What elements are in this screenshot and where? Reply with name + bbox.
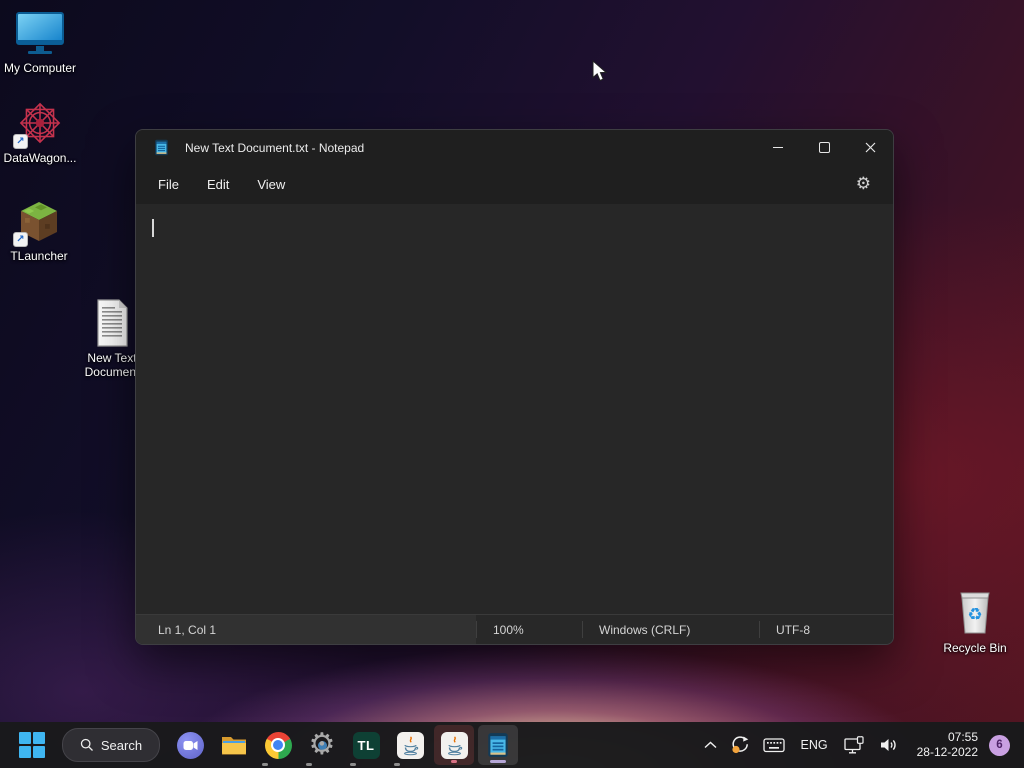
- taskbar-java-button[interactable]: [390, 725, 430, 765]
- windows-logo-icon: [19, 732, 45, 758]
- close-icon: [865, 142, 875, 153]
- notepad-icon: [153, 139, 170, 156]
- minimize-button[interactable]: [755, 130, 801, 165]
- recycle-bin-icon: ♻: [955, 590, 995, 638]
- shortcut-arrow-icon: ↗: [13, 134, 28, 149]
- java-icon: [396, 731, 424, 759]
- running-indicator: [306, 763, 312, 766]
- svg-text:♻: ♻: [967, 605, 982, 625]
- desktop-icon-label: TLauncher: [10, 249, 68, 263]
- text-caret: [152, 219, 154, 237]
- taskbar-settings-button[interactable]: ⚙: [302, 725, 342, 765]
- running-indicator: [394, 763, 400, 766]
- chat-camera-icon: [176, 731, 204, 759]
- taskbar-chat-button[interactable]: [170, 725, 210, 765]
- taskbar-java-button-active[interactable]: [434, 725, 474, 765]
- menu-bar: File Edit View ⚙: [136, 165, 893, 204]
- settings-gear-icon: ⚙: [308, 727, 336, 762]
- minimize-icon: [773, 146, 783, 149]
- search-label: Search: [100, 737, 143, 753]
- tray-chevron-button[interactable]: [699, 727, 722, 763]
- taskbar: Search ⚙ TL ENG 07:55 28-12-2022 6: [0, 722, 1024, 768]
- desktop-icon-recycle-bin[interactable]: ♻ Recycle Bin: [937, 590, 1013, 655]
- titlebar[interactable]: New Text Document.txt - Notepad: [136, 130, 893, 165]
- shortcut-arrow-icon: ↗: [13, 232, 28, 247]
- maximize-button[interactable]: [801, 130, 847, 165]
- desktop-icon-label: Recycle Bin: [943, 641, 1007, 655]
- line-endings-status[interactable]: Windows (CRLF): [583, 615, 759, 644]
- encoding-status[interactable]: UTF-8: [760, 615, 893, 644]
- running-indicator: [350, 763, 356, 766]
- minecraft-grass-block-icon: ↗: [13, 198, 63, 247]
- desktop-icon-datawagon[interactable]: ↗ DataWagon...: [2, 100, 78, 165]
- zoom-level-status[interactable]: 100%: [477, 615, 582, 644]
- tray-network-button[interactable]: [839, 727, 871, 763]
- menu-edit[interactable]: Edit: [193, 171, 243, 198]
- tray-volume-button[interactable]: [874, 727, 904, 763]
- window-title: New Text Document.txt - Notepad: [185, 140, 365, 155]
- start-button[interactable]: [12, 725, 52, 765]
- desktop-icon-my-computer[interactable]: My Computer: [2, 10, 78, 75]
- maximize-icon: [818, 142, 830, 153]
- clock-time: 07:55: [947, 730, 978, 744]
- keyboard-icon: [762, 738, 785, 753]
- mouse-cursor: [592, 60, 608, 82]
- taskbar-file-explorer-button[interactable]: [214, 725, 254, 765]
- sync-update-icon: [731, 736, 748, 754]
- language-indicator[interactable]: ENG: [793, 727, 836, 763]
- network-display-icon: [843, 735, 864, 753]
- taskbar-notepad-button[interactable]: [478, 725, 518, 765]
- running-indicator: [262, 763, 268, 766]
- computer-monitor-icon: [14, 10, 66, 58]
- settings-gear-icon[interactable]: ⚙: [856, 176, 871, 193]
- speaker-icon: [880, 739, 896, 751]
- tlauncher-icon: TL: [352, 731, 380, 759]
- close-button[interactable]: [847, 130, 893, 165]
- file-explorer-icon: [222, 737, 246, 755]
- notepad-icon: [488, 733, 508, 757]
- text-editing-area[interactable]: [136, 204, 893, 614]
- status-bar: Ln 1, Col 1 100% Windows (CRLF) UTF-8: [136, 614, 893, 644]
- clock-date: 28-12-2022: [916, 745, 978, 759]
- chrome-icon: [264, 731, 292, 759]
- chevron-up-icon: [704, 741, 716, 749]
- running-indicator: [451, 760, 457, 763]
- taskbar-tlauncher-button[interactable]: TL: [346, 725, 386, 765]
- taskbar-chrome-button[interactable]: [258, 725, 298, 765]
- tray-update-button[interactable]: [725, 727, 755, 763]
- cursor-position-status: Ln 1, Col 1: [136, 615, 476, 644]
- desktop-icon-label: DataWagon...: [3, 151, 77, 165]
- text-document-icon: [92, 299, 132, 348]
- notification-badge[interactable]: 6: [989, 734, 1010, 756]
- tray-keyboard-button[interactable]: [758, 727, 790, 763]
- datawagon-star-icon: ↗: [13, 100, 65, 149]
- menu-file[interactable]: File: [144, 171, 193, 198]
- desktop-icon-tlauncher[interactable]: ↗ TLauncher: [1, 198, 77, 263]
- java-icon: [440, 731, 468, 759]
- desktop: My Computer ↗ DataWagon... ↗ TLauncher N…: [0, 0, 1024, 768]
- search-box[interactable]: Search: [62, 728, 160, 762]
- running-indicator: [490, 760, 506, 763]
- search-icon: [80, 738, 93, 751]
- menu-view[interactable]: View: [243, 171, 299, 198]
- notepad-window: New Text Document.txt - Notepad File Edi…: [135, 129, 894, 645]
- taskbar-clock[interactable]: 07:55 28-12-2022: [907, 730, 986, 760]
- desktop-icon-label: My Computer: [3, 61, 77, 75]
